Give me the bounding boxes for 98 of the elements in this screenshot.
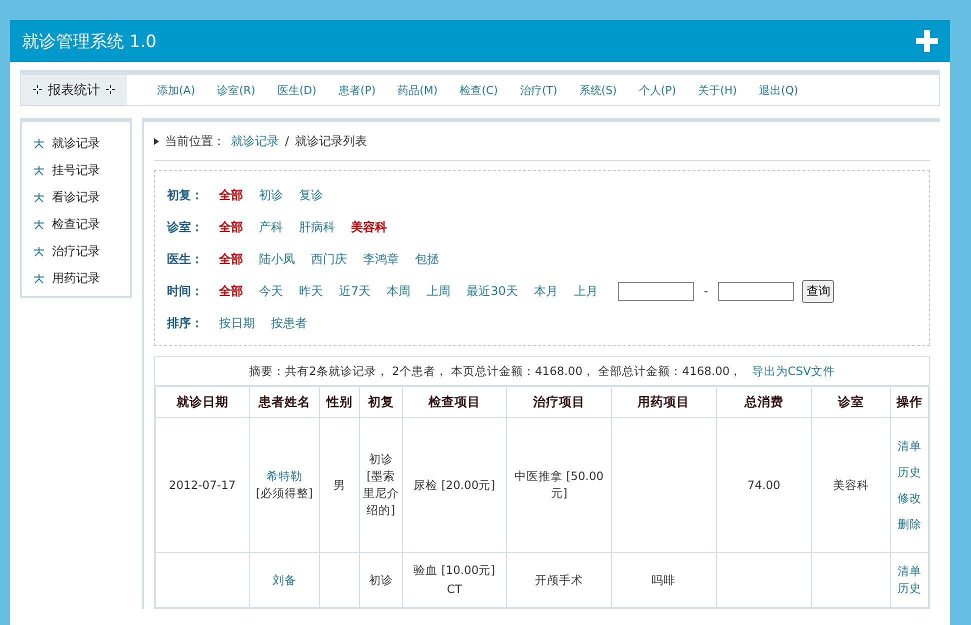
crosshair-icon <box>106 85 115 94</box>
filter-option[interactable]: 全部 <box>219 218 243 236</box>
column-header: 患者姓名 <box>249 386 320 418</box>
table-cell: 初诊[墨索里尼介绍的] <box>362 451 400 519</box>
menu-item[interactable]: 治疗(T) <box>520 82 558 98</box>
action-link[interactable]: 历史 <box>890 464 928 480</box>
action-link[interactable]: 清单 <box>890 564 928 579</box>
menu-item[interactable]: 药品(M) <box>398 82 438 98</box>
column-header: 用药项目 <box>611 386 716 418</box>
breadcrumb-label: 当前位置： <box>165 132 225 150</box>
menu-item[interactable]: 检查(C) <box>460 82 498 98</box>
filter-option[interactable]: 西门庆 <box>311 250 347 268</box>
plus-icon[interactable] <box>916 30 938 52</box>
action-link[interactable]: 清单 <box>890 438 928 454</box>
filter-option[interactable]: 本月 <box>534 282 558 300</box>
star-icon <box>34 246 44 256</box>
menu-item[interactable]: 添加(A) <box>157 82 196 98</box>
filter-option[interactable]: 全部 <box>219 250 243 268</box>
menu-item[interactable]: 系统(S) <box>579 82 617 98</box>
column-header: 操作 <box>890 386 928 418</box>
report-button[interactable]: 报表统计 <box>21 75 127 105</box>
filter-option[interactable]: 按日期 <box>219 314 255 332</box>
table-cell: 74.00 <box>747 478 780 492</box>
table-cell-text: 尿检 [20.00元] <box>412 476 496 494</box>
sidebar-item[interactable]: 看诊记录 <box>52 189 100 206</box>
date-field[interactable] <box>718 282 794 300</box>
filter-option[interactable]: 上周 <box>426 282 451 300</box>
table-cell-text: 初诊 <box>368 572 394 588</box>
star-icon <box>34 166 44 176</box>
filter-option[interactable]: 全部 <box>219 282 243 300</box>
menu-item[interactable]: 关于(H) <box>698 82 737 98</box>
query-button[interactable]: 查询 <box>802 280 834 302</box>
column-header: 诊室 <box>812 386 890 418</box>
menu-item[interactable]: 退出(Q) <box>758 82 798 98</box>
table-cell: 2012-07-17 <box>168 478 236 492</box>
crosshair-icon <box>33 85 42 94</box>
date-field[interactable] <box>618 282 694 300</box>
action-link[interactable]: 历史 <box>890 581 928 596</box>
filter-option[interactable]: 肝病科 <box>299 218 335 236</box>
column-header: 初复 <box>360 386 402 418</box>
sidebar-item[interactable]: 检查记录 <box>52 216 100 233</box>
filter-option[interactable]: 近7天 <box>339 282 371 300</box>
filter-option[interactable]: 产科 <box>259 218 283 236</box>
action-link[interactable]: 修改 <box>890 490 928 506</box>
table-cell-text: 验血 [10.00元] <box>412 562 496 579</box>
summary-text: 摘要：共有2条就诊记录， 2个患者， 本页总计金额：4168.00， 全部总计金额：4168.00， <box>249 364 742 378</box>
filter-option[interactable]: 昨天 <box>299 282 323 300</box>
patient-link[interactable]: 刘备 <box>272 572 296 586</box>
sidebar-item[interactable]: 挂号记录 <box>52 162 100 179</box>
filter-label: 排序： <box>167 314 204 332</box>
star-icon <box>34 192 44 202</box>
star-icon <box>34 138 44 148</box>
sidebar-item[interactable]: 用药记录 <box>52 270 100 287</box>
table-cell-text: 吗啡 <box>650 572 677 588</box>
filter-option[interactable]: 复诊 <box>299 186 323 204</box>
window-title: 就诊管理系统 1.0 <box>22 30 156 52</box>
table-cell: 美容科 <box>832 478 869 492</box>
filter-label: 初复： <box>167 186 204 204</box>
filter-option[interactable]: 上月 <box>574 282 598 300</box>
range-separator: - <box>704 284 708 298</box>
star-icon <box>34 274 44 284</box>
filter-option[interactable]: 全部 <box>219 186 243 204</box>
table-cell: 男 <box>334 478 346 492</box>
filter-label: 时间： <box>167 282 204 300</box>
filter-option[interactable]: 最近30天 <box>466 282 518 300</box>
filter-option[interactable]: 按患者 <box>271 314 307 332</box>
table-cell-text: [必须得整] <box>254 485 314 502</box>
breadcrumb-link[interactable]: 就诊记录 <box>231 132 279 150</box>
star-icon <box>34 220 44 230</box>
filter-option[interactable]: 李鸿章 <box>363 250 399 268</box>
menu-item[interactable]: 诊室(R) <box>217 82 256 98</box>
menu-item[interactable]: 医生(D) <box>277 82 316 98</box>
export-link[interactable]: 导出为CSV文件 <box>752 364 835 378</box>
sidebar-item[interactable]: 就诊记录 <box>52 135 100 152</box>
column-header: 检查项目 <box>402 386 507 418</box>
menu-item[interactable]: 个人(P) <box>638 82 676 98</box>
menu-item[interactable]: 患者(P) <box>338 82 376 98</box>
filter-option[interactable]: 今天 <box>259 282 283 300</box>
table-cell-text: 中医推拿 [50.00元] <box>514 468 605 502</box>
column-header: 治疗项目 <box>506 386 612 418</box>
table-cell-text: 开颅手术 <box>534 572 584 588</box>
filter-option[interactable]: 初诊 <box>259 186 283 204</box>
breadcrumb-current: 就诊记录列表 <box>295 132 368 150</box>
filter-option[interactable]: 美容科 <box>351 218 387 236</box>
filter-option[interactable]: 包拯 <box>415 250 439 268</box>
action-link[interactable]: 删除 <box>890 516 928 532</box>
breadcrumb-separator: / <box>285 134 290 148</box>
column-header: 性别 <box>320 386 360 418</box>
filter-option[interactable]: 本周 <box>386 282 411 300</box>
column-header: 总消费 <box>716 386 812 418</box>
sidebar-item[interactable]: 治疗记录 <box>52 243 100 260</box>
filter-label: 诊室： <box>167 218 204 236</box>
filter-label: 医生： <box>167 250 204 268</box>
triangle-icon <box>154 138 159 144</box>
table-cell-text: CT <box>446 581 463 598</box>
filter-option[interactable]: 陆小凤 <box>259 250 295 268</box>
patient-link[interactable]: 希特勒 <box>266 469 302 483</box>
column-header: 就诊日期 <box>156 386 250 418</box>
